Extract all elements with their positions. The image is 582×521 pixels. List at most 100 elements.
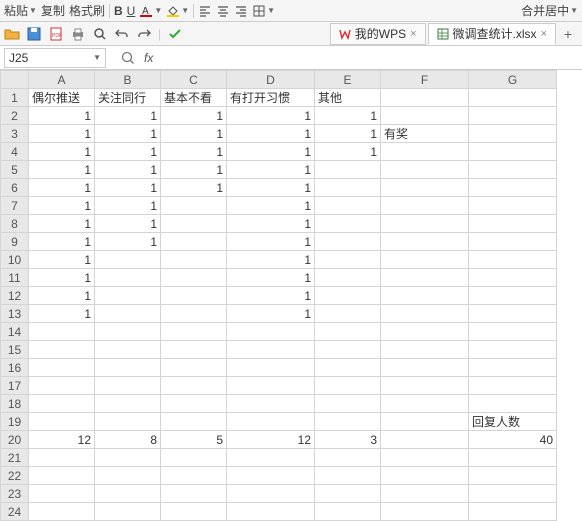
cell-E5[interactable] bbox=[315, 161, 381, 179]
cell-B22[interactable] bbox=[95, 467, 161, 485]
cell-F12[interactable] bbox=[381, 287, 469, 305]
cell-A14[interactable] bbox=[29, 323, 95, 341]
row-header-11[interactable]: 11 bbox=[1, 269, 29, 287]
cell-A19[interactable] bbox=[29, 413, 95, 431]
cell-D8[interactable]: 1 bbox=[227, 215, 315, 233]
cell-F3[interactable]: 有奖 bbox=[381, 125, 469, 143]
row-header-19[interactable]: 19 bbox=[1, 413, 29, 431]
cell-F24[interactable] bbox=[381, 503, 469, 521]
cell-B11[interactable] bbox=[95, 269, 161, 287]
cell-F20[interactable] bbox=[381, 431, 469, 449]
align-left-button[interactable] bbox=[198, 4, 212, 18]
close-icon[interactable]: × bbox=[410, 28, 416, 40]
cell-A3[interactable]: 1 bbox=[29, 125, 95, 143]
cell-D24[interactable] bbox=[227, 503, 315, 521]
cell-G6[interactable] bbox=[469, 179, 557, 197]
cell-E3[interactable]: 1 bbox=[315, 125, 381, 143]
cell-E12[interactable] bbox=[315, 287, 381, 305]
row-header-3[interactable]: 3 bbox=[1, 125, 29, 143]
cell-D15[interactable] bbox=[227, 341, 315, 359]
cell-G11[interactable] bbox=[469, 269, 557, 287]
cell-E17[interactable] bbox=[315, 377, 381, 395]
cell-B24[interactable] bbox=[95, 503, 161, 521]
cell-D21[interactable] bbox=[227, 449, 315, 467]
cell-A2[interactable]: 1 bbox=[29, 107, 95, 125]
cell-G2[interactable] bbox=[469, 107, 557, 125]
cell-E23[interactable] bbox=[315, 485, 381, 503]
cell-E19[interactable] bbox=[315, 413, 381, 431]
cell-C15[interactable] bbox=[161, 341, 227, 359]
column-header-G[interactable]: G bbox=[469, 71, 557, 89]
cell-G10[interactable] bbox=[469, 251, 557, 269]
cell-C11[interactable] bbox=[161, 269, 227, 287]
cell-F19[interactable] bbox=[381, 413, 469, 431]
cell-D5[interactable]: 1 bbox=[227, 161, 315, 179]
row-header-2[interactable]: 2 bbox=[1, 107, 29, 125]
cell-A11[interactable]: 1 bbox=[29, 269, 95, 287]
cell-E14[interactable] bbox=[315, 323, 381, 341]
row-header-22[interactable]: 22 bbox=[1, 467, 29, 485]
cell-F6[interactable] bbox=[381, 179, 469, 197]
cell-B5[interactable]: 1 bbox=[95, 161, 161, 179]
cell-C23[interactable] bbox=[161, 485, 227, 503]
cell-B1[interactable]: 关注同行 bbox=[95, 89, 161, 107]
cell-F18[interactable] bbox=[381, 395, 469, 413]
cell-G22[interactable] bbox=[469, 467, 557, 485]
cell-F21[interactable] bbox=[381, 449, 469, 467]
cell-A23[interactable] bbox=[29, 485, 95, 503]
cell-G16[interactable] bbox=[469, 359, 557, 377]
cell-F5[interactable] bbox=[381, 161, 469, 179]
cell-C13[interactable] bbox=[161, 305, 227, 323]
cell-C20[interactable]: 5 bbox=[161, 431, 227, 449]
cell-A17[interactable] bbox=[29, 377, 95, 395]
spreadsheet-grid[interactable]: ABCDEFG1偶尔推送关注同行基本不看有打开习惯其他211111311111有… bbox=[0, 70, 582, 521]
cell-C16[interactable] bbox=[161, 359, 227, 377]
row-header-16[interactable]: 16 bbox=[1, 359, 29, 377]
cell-D18[interactable] bbox=[227, 395, 315, 413]
cell-B7[interactable]: 1 bbox=[95, 197, 161, 215]
cell-C18[interactable] bbox=[161, 395, 227, 413]
cell-C7[interactable] bbox=[161, 197, 227, 215]
cell-B13[interactable] bbox=[95, 305, 161, 323]
cell-E6[interactable] bbox=[315, 179, 381, 197]
cell-F16[interactable] bbox=[381, 359, 469, 377]
cell-A9[interactable]: 1 bbox=[29, 233, 95, 251]
cell-D4[interactable]: 1 bbox=[227, 143, 315, 161]
cell-E20[interactable]: 3 bbox=[315, 431, 381, 449]
fill-color-button[interactable]: ▼ bbox=[166, 4, 189, 18]
column-header-A[interactable]: A bbox=[29, 71, 95, 89]
cell-B3[interactable]: 1 bbox=[95, 125, 161, 143]
cell-C3[interactable]: 1 bbox=[161, 125, 227, 143]
cell-A21[interactable] bbox=[29, 449, 95, 467]
cell-D11[interactable]: 1 bbox=[227, 269, 315, 287]
cell-C9[interactable] bbox=[161, 233, 227, 251]
cell-E16[interactable] bbox=[315, 359, 381, 377]
save-button[interactable] bbox=[26, 26, 42, 42]
cell-B16[interactable] bbox=[95, 359, 161, 377]
cell-E2[interactable]: 1 bbox=[315, 107, 381, 125]
cell-D3[interactable]: 1 bbox=[227, 125, 315, 143]
cell-E1[interactable]: 其他 bbox=[315, 89, 381, 107]
cell-D9[interactable]: 1 bbox=[227, 233, 315, 251]
cell-F13[interactable] bbox=[381, 305, 469, 323]
cell-F9[interactable] bbox=[381, 233, 469, 251]
cell-B12[interactable] bbox=[95, 287, 161, 305]
cell-A10[interactable]: 1 bbox=[29, 251, 95, 269]
cell-F2[interactable] bbox=[381, 107, 469, 125]
cell-E7[interactable] bbox=[315, 197, 381, 215]
cell-B18[interactable] bbox=[95, 395, 161, 413]
print-preview-button[interactable] bbox=[92, 26, 108, 42]
cell-G7[interactable] bbox=[469, 197, 557, 215]
cell-D22[interactable] bbox=[227, 467, 315, 485]
close-icon[interactable]: × bbox=[541, 28, 547, 40]
export-pdf-button[interactable]: PDF bbox=[48, 26, 64, 42]
cell-D12[interactable]: 1 bbox=[227, 287, 315, 305]
cell-A12[interactable]: 1 bbox=[29, 287, 95, 305]
column-header-C[interactable]: C bbox=[161, 71, 227, 89]
select-all-corner[interactable] bbox=[1, 71, 29, 89]
cell-F4[interactable] bbox=[381, 143, 469, 161]
cell-C1[interactable]: 基本不看 bbox=[161, 89, 227, 107]
cell-B6[interactable]: 1 bbox=[95, 179, 161, 197]
row-header-23[interactable]: 23 bbox=[1, 485, 29, 503]
name-box[interactable]: J25 ▼ bbox=[4, 48, 106, 68]
